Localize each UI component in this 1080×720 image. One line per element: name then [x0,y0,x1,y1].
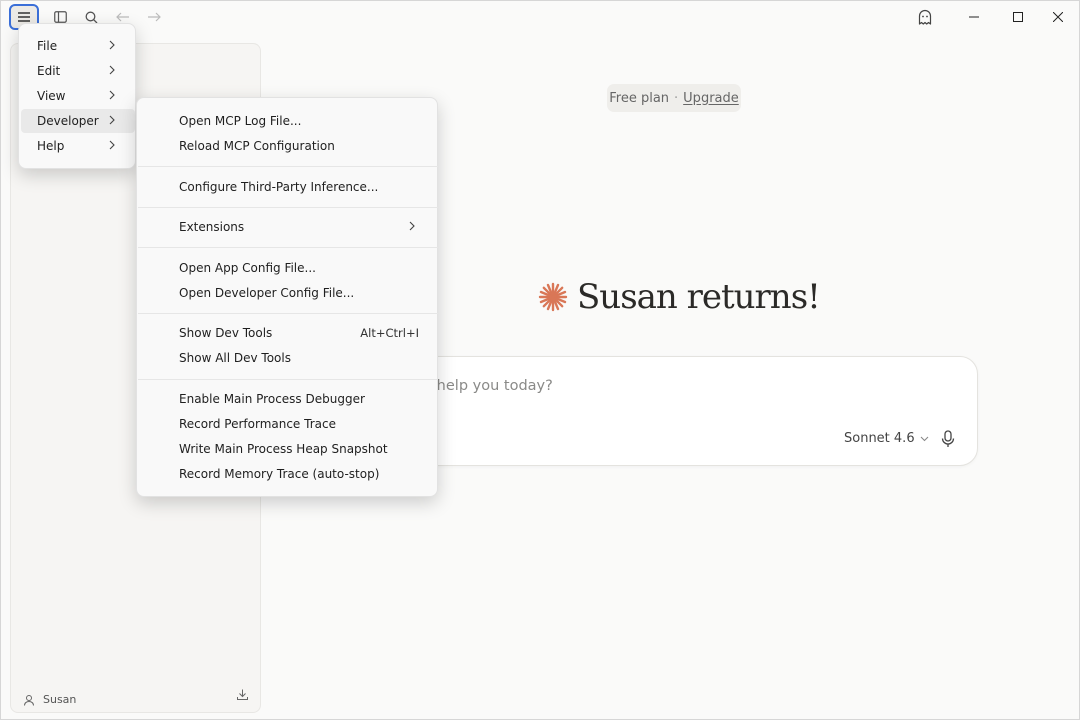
heap-snapshot-item[interactable]: Write Main Process Heap Snapshot [137,437,437,461]
forward-button[interactable] [139,4,169,30]
menu-item-label: Record Performance Trace [179,417,336,431]
plan-badge: Free plan · Upgrade [607,84,741,112]
ghost-icon [918,9,932,25]
menu-item-help[interactable]: Help [21,134,135,158]
download-button[interactable] [237,685,248,704]
open-mcp-log-item[interactable]: Open MCP Log File... [137,109,437,133]
upgrade-link[interactable]: Upgrade [683,91,739,106]
chevron-right-icon [109,90,115,100]
show-all-dev-tools-item[interactable]: Show All Dev Tools [137,346,437,370]
menu-item-file[interactable]: File [21,34,135,58]
menu-item-label: View [37,89,66,103]
menu-item-label: File [37,39,58,53]
menu-item-label: Reload MCP Configuration [179,139,335,153]
menu-separator [138,247,438,248]
plan-label: Free plan [609,90,670,106]
chevron-right-icon [109,40,115,50]
menu-item-label: Open App Config File... [179,261,316,275]
menu-separator [138,313,438,314]
menu-item-label: Show All Dev Tools [179,351,291,365]
record-performance-trace-item[interactable]: Record Performance Trace [137,412,437,436]
plan-separator: · [674,90,679,106]
voice-input-button[interactable] [941,430,955,452]
close-button[interactable] [1035,1,1080,33]
chevron-down-icon [920,436,928,441]
menu-item-label: Open Developer Config File... [179,286,355,300]
chevron-right-icon [109,65,115,75]
menu-item-developer[interactable]: Developer [21,109,135,133]
reload-mcp-config-item[interactable]: Reload MCP Configuration [137,134,437,158]
open-developer-config-item[interactable]: Open Developer Config File... [137,281,437,305]
minimize-icon [969,16,979,18]
menu-item-label: Edit [37,64,61,78]
maximize-icon [1013,12,1023,22]
configure-inference-item[interactable]: Configure Third-Party Inference... [137,175,437,199]
enable-debugger-item[interactable]: Enable Main Process Debugger [137,387,437,411]
model-selector[interactable]: Sonnet 4.6 [844,431,929,446]
menu-item-label: Write Main Process Heap Snapshot [179,442,388,456]
sidebar-toggle-icon [53,11,67,23]
menu-item-view[interactable]: View [21,84,135,108]
menu-item-label: Configure Third-Party Inference... [179,180,379,194]
title-bar [1,1,1079,33]
menu-item-label: Open MCP Log File... [179,114,302,128]
menu-icon [18,12,30,22]
record-memory-trace-item[interactable]: Record Memory Trace (auto-stop) [137,462,437,486]
menu-item-label: Record Memory Trace (auto-stop) [179,467,380,481]
developer-submenu: Open MCP Log File... Reload MCP Configur… [136,97,438,497]
extensions-item[interactable]: Extensions [137,215,437,239]
chevron-right-icon [109,140,115,150]
menu-item-label: Extensions [179,220,245,234]
menu-separator [138,207,438,208]
menu-item-edit[interactable]: Edit [21,59,135,83]
greeting: Susan returns! [537,277,821,317]
menu-item-label: Enable Main Process Debugger [179,392,365,406]
menu-separator [138,379,438,380]
menu-separator [138,166,438,167]
user-icon [24,694,34,706]
forward-arrow-icon [148,12,161,22]
app-menu: File Edit View Developer Help [18,23,136,169]
chevron-right-icon [409,221,415,231]
menu-item-label: Developer [37,114,99,128]
back-arrow-icon [116,12,129,22]
mic-icon [941,430,955,447]
app-window: Susan Free plan · Upgrade Susan returns!… [0,0,1080,720]
chat-composer[interactable]: n I help you today? Sonnet 4.6 [399,356,978,466]
search-icon [85,11,97,23]
open-app-config-item[interactable]: Open App Config File... [137,256,437,280]
shortcut-label: Alt+Ctrl+I [360,326,419,340]
menu-item-label: Help [37,139,65,153]
close-icon [1053,12,1063,22]
greeting-text: Susan returns! [577,277,821,317]
download-icon [237,689,248,700]
show-dev-tools-item[interactable]: Show Dev Tools Alt+Ctrl+I [137,321,437,345]
user-name: Susan [43,693,77,706]
menu-item-label: Show Dev Tools [179,326,273,340]
minimize-button[interactable] [951,1,997,33]
asterisk-logo-icon [538,282,568,312]
chevron-right-icon [109,115,115,125]
user-account[interactable]: Susan [23,693,76,706]
incognito-button[interactable] [910,4,940,30]
model-label: Sonnet 4.6 [844,431,915,446]
